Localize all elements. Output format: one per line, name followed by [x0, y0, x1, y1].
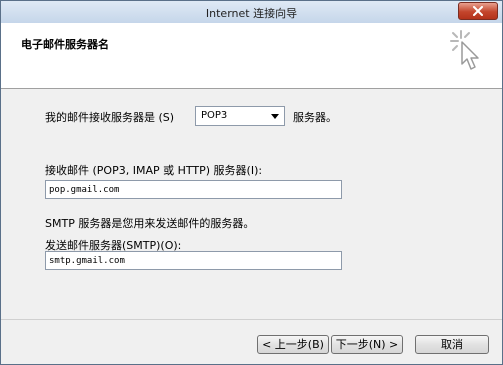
incoming-server-input[interactable]	[45, 180, 342, 199]
wizard-header: 电子邮件服务器名	[1, 23, 502, 89]
title-bar: Internet 连接向导	[1, 1, 502, 24]
close-button[interactable]	[458, 2, 498, 20]
outgoing-server-input[interactable]	[45, 251, 342, 270]
incoming-type-value: POP3	[201, 110, 228, 121]
window-title: Internet 连接向导	[205, 7, 298, 20]
cancel-button[interactable]: 取消	[415, 335, 489, 354]
smtp-note: SMTP 服务器是您用来发送邮件的服务器。	[45, 217, 255, 230]
wizard-window: Internet 连接向导 电子邮件服务器名 我的邮件接收服务器是 (S) PO…	[0, 0, 503, 365]
incoming-type-suffix: 服务器。	[293, 111, 337, 124]
wizard-cursor-icon	[450, 30, 479, 70]
wizard-content: 我的邮件接收服务器是 (S) POP3 服务器。 接收邮件 (POP3, IMA…	[1, 89, 502, 319]
incoming-type-label: 我的邮件接收服务器是 (S)	[45, 111, 175, 124]
back-button[interactable]: < 上一步(B)	[257, 335, 329, 354]
footer-divider	[1, 319, 502, 320]
incoming-type-select[interactable]: POP3	[195, 106, 285, 126]
close-icon	[473, 6, 483, 16]
chevron-down-icon	[271, 114, 279, 119]
page-title: 电子邮件服务器名	[21, 38, 109, 51]
incoming-server-label: 接收邮件 (POP3, IMAP 或 HTTP) 服务器(I):	[45, 164, 263, 177]
next-button[interactable]: 下一步(N) >	[331, 335, 403, 354]
